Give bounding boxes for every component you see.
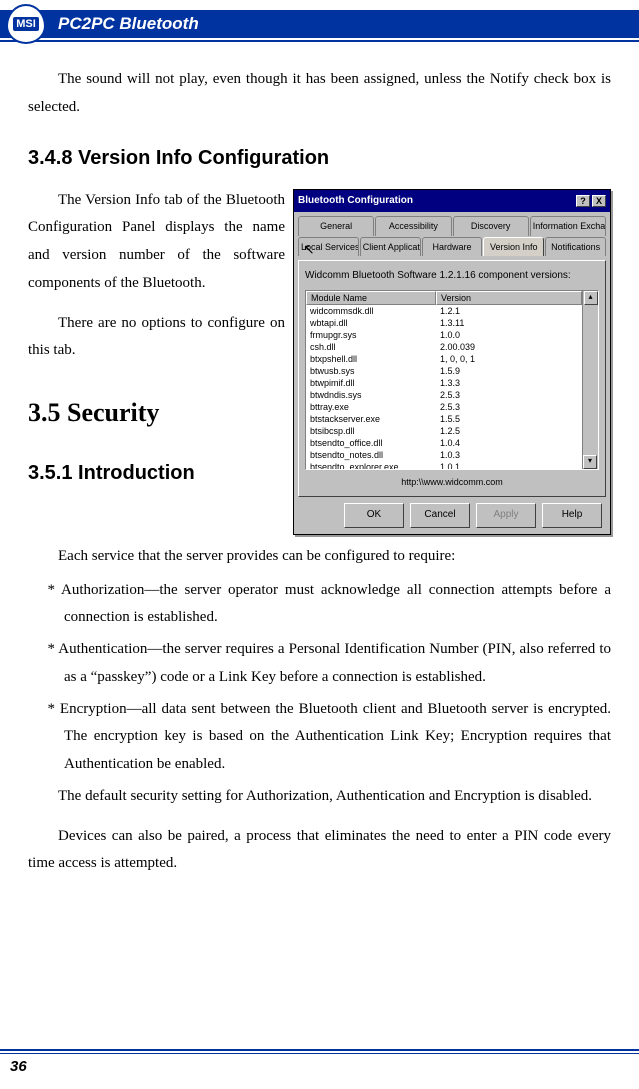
cell-module-name: btsendto_explorer.exe xyxy=(306,461,436,469)
list-item[interactable]: csh.dll2.00.039 xyxy=(306,341,582,353)
para-paired: Devices can also be paired, a process th… xyxy=(28,823,611,879)
bullet-authentication: * Authentication—the server requires a P… xyxy=(28,636,611,692)
list-item[interactable]: widcommsdk.dll1.2.1 xyxy=(306,305,582,317)
para-default: The default security setting for Authori… xyxy=(28,783,611,811)
header-title: PC2PC Bluetooth xyxy=(0,10,639,38)
list-header: Module Name Version xyxy=(306,291,582,305)
dialog-title-text: Bluetooth Configuration xyxy=(298,192,413,211)
list-item[interactable]: frmupgr.sys1.0.0 xyxy=(306,329,582,341)
cell-module-name: btsendto_office.dll xyxy=(306,437,436,449)
tab-discovery[interactable]: Discovery xyxy=(453,216,529,236)
cell-version: 1.5.5 xyxy=(436,413,582,425)
list-item[interactable]: btsendto_explorer.exe1.0.1 xyxy=(306,461,582,469)
tab-general[interactable]: General xyxy=(298,216,374,236)
tab-version-info[interactable]: Version Info xyxy=(483,237,544,257)
page-footer: 36 xyxy=(0,1049,639,1075)
help-icon[interactable]: ? xyxy=(576,195,590,207)
cell-module-name: csh.dll xyxy=(306,341,436,353)
cell-module-name: bttray.exe xyxy=(306,401,436,413)
list-item[interactable]: btsibcsp.dll1.2.5 xyxy=(306,425,582,437)
cell-module-name: btwpimif.dll xyxy=(306,377,436,389)
para-intro: Each service that the server provides ca… xyxy=(28,543,611,571)
scroll-down-icon[interactable]: ▾ xyxy=(583,455,597,469)
bullet-authorization: * Authorization—the server operator must… xyxy=(28,577,611,633)
cell-module-name: btxpshell.dll xyxy=(306,353,436,365)
cell-version: 2.00.039 xyxy=(436,341,582,353)
tab-local-services[interactable]: Local Services xyxy=(298,237,359,257)
cell-version: 1.2.5 xyxy=(436,425,582,437)
page-number: 36 xyxy=(0,1058,639,1075)
scroll-up-icon[interactable]: ▴ xyxy=(584,291,598,305)
list-item[interactable]: btsendto_office.dll1.0.4 xyxy=(306,437,582,449)
tab-hardware[interactable]: Hardware xyxy=(422,237,483,257)
tab-information-exchange[interactable]: Information Exchange xyxy=(530,216,606,236)
cell-version: 1.0.4 xyxy=(436,437,582,449)
cell-version: 2.5.3 xyxy=(436,389,582,401)
tab-strip: General Accessibility Discovery Informat… xyxy=(298,216,606,256)
version-panel: Widcomm Bluetooth Software 1.2.1.16 comp… xyxy=(298,260,606,497)
list-item[interactable]: btxpshell.dll1, 0, 0, 1 xyxy=(306,353,582,365)
page-content: The sound will not play, even though it … xyxy=(0,42,639,878)
cell-version: 1.0.3 xyxy=(436,449,582,461)
cell-module-name: frmupgr.sys xyxy=(306,329,436,341)
msi-logo: MSI xyxy=(6,4,46,44)
list-item[interactable]: btstackserver.exe1.5.5 xyxy=(306,413,582,425)
cell-version: 1.2.1 xyxy=(436,305,582,317)
list-item[interactable]: btwusb.sys1.5.9 xyxy=(306,365,582,377)
bullet-encryption: * Encryption—all data sent between the B… xyxy=(28,696,611,779)
cell-version: 1.3.11 xyxy=(436,317,582,329)
cell-version: 1, 0, 0, 1 xyxy=(436,353,582,365)
close-icon[interactable]: X xyxy=(592,195,606,207)
list-item[interactable]: bttray.exe2.5.3 xyxy=(306,401,582,413)
scrollbar[interactable]: ▴ ▾ xyxy=(582,291,598,469)
cell-module-name: btstackserver.exe xyxy=(306,413,436,425)
cell-version: 1.0.0 xyxy=(436,329,582,341)
cell-version: 1.0.1 xyxy=(436,461,582,469)
col-module-name[interactable]: Module Name xyxy=(306,291,436,305)
list-item[interactable]: btsendto_notes.dll1.0.3 xyxy=(306,449,582,461)
url-label: http:\\www.widcomm.com xyxy=(305,470,599,493)
cell-version: 2.5.3 xyxy=(436,401,582,413)
tab-accessibility[interactable]: Accessibility xyxy=(375,216,451,236)
list-item[interactable]: wbtapi.dll1.3.11 xyxy=(306,317,582,329)
heading-3-4-8: 3.4.8 Version Info Configuration xyxy=(28,140,611,177)
para-notify-note: The sound will not play, even though it … xyxy=(28,66,611,122)
dialog-button-row: OK Cancel Apply Help xyxy=(298,497,606,528)
list-item[interactable]: btwdndis.sys2.5.3 xyxy=(306,389,582,401)
tab-client-applications[interactable]: Client Applications xyxy=(360,237,421,257)
list-item[interactable]: btwpimif.dll1.3.3 xyxy=(306,377,582,389)
version-list[interactable]: Module Name Version widcommsdk.dll1.2.1w… xyxy=(305,290,599,470)
cell-module-name: btsendto_notes.dll xyxy=(306,449,436,461)
logo-text: MSI xyxy=(13,17,39,31)
cell-version: 1.3.3 xyxy=(436,377,582,389)
cell-module-name: btwusb.sys xyxy=(306,365,436,377)
cell-module-name: btsibcsp.dll xyxy=(306,425,436,437)
dialog-titlebar: Bluetooth Configuration ? X xyxy=(294,190,610,213)
cell-module-name: btwdndis.sys xyxy=(306,389,436,401)
cell-module-name: widcommsdk.dll xyxy=(306,305,436,317)
cancel-button[interactable]: Cancel xyxy=(410,503,470,528)
tab-notifications[interactable]: Notifications xyxy=(545,237,606,257)
cell-module-name: wbtapi.dll xyxy=(306,317,436,329)
page-header: MSI PC2PC Bluetooth xyxy=(0,10,639,38)
ok-button[interactable]: OK xyxy=(344,503,404,528)
col-version[interactable]: Version xyxy=(436,291,582,305)
bluetooth-config-dialog: Bluetooth Configuration ? X General Acce… xyxy=(293,189,611,535)
apply-button[interactable]: Apply xyxy=(476,503,536,528)
panel-label: Widcomm Bluetooth Software 1.2.1.16 comp… xyxy=(305,267,599,286)
help-button[interactable]: Help xyxy=(542,503,602,528)
dialog-figure: Bluetooth Configuration ? X General Acce… xyxy=(293,189,611,535)
cell-version: 1.5.9 xyxy=(436,365,582,377)
